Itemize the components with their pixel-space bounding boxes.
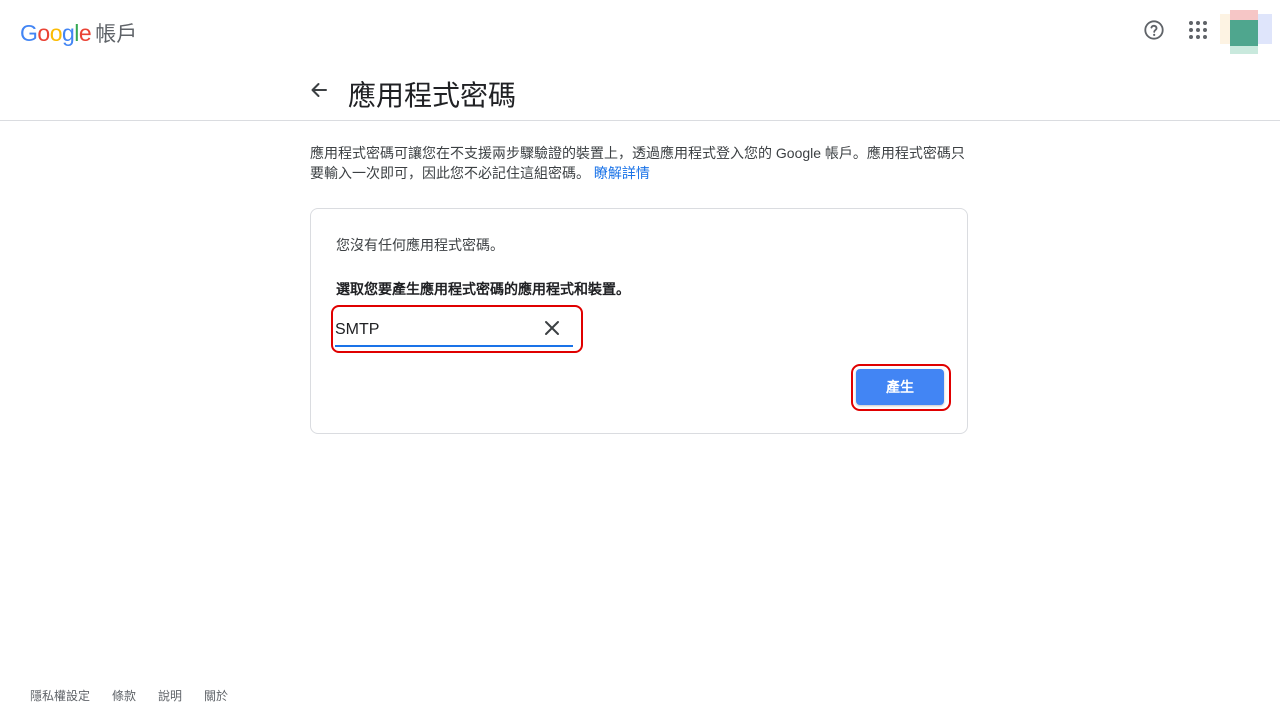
generate-button[interactable]: 產生 — [856, 369, 944, 405]
footer-link-terms[interactable]: 條款 — [112, 687, 136, 704]
clear-input-button[interactable] — [541, 319, 563, 341]
page-header: 應用程式密碼 — [0, 64, 1280, 121]
footer-link-about[interactable]: 關於 — [204, 687, 228, 704]
page-description: 應用程式密碼可讓您在不支援兩步驟驗證的裝置上，透過應用程式登入您的 Google… — [310, 143, 970, 183]
back-button[interactable] — [302, 75, 336, 109]
close-icon — [544, 320, 560, 341]
app-name-field — [335, 317, 573, 347]
arrow-back-icon — [309, 80, 329, 105]
apps-grid-icon — [1188, 20, 1208, 45]
logo-product-name: 帳戶 — [95, 23, 138, 46]
help-circle-icon — [1143, 19, 1165, 46]
footer-link-help[interactable]: 說明 — [158, 687, 182, 704]
apps-button[interactable] — [1178, 12, 1218, 52]
help-button[interactable] — [1134, 12, 1174, 52]
footer-link-privacy[interactable]: 隱私權設定 — [30, 687, 90, 704]
empty-state-message: 您沒有任何應用程式密碼。 — [336, 237, 504, 253]
google-wordmark: Google — [20, 20, 92, 46]
app-password-card: 您沒有任何應用程式密碼。 選取您要產生應用程式密碼的應用程式和裝置。 產生 — [310, 208, 968, 434]
footer: 隱私權設定 條款 說明 關於 — [30, 687, 228, 704]
select-app-prompt: 選取您要產生應用程式密碼的應用程式和裝置。 — [336, 281, 630, 297]
learn-more-link[interactable]: 瞭解詳情 — [594, 165, 650, 181]
page-title: 應用程式密碼 — [348, 80, 517, 111]
avatar[interactable] — [1220, 10, 1272, 54]
top-bar: Google 帳戶 — [0, 0, 1280, 64]
google-account-logo[interactable]: Google 帳戶 — [20, 18, 137, 48]
app-name-input[interactable] — [335, 317, 525, 343]
